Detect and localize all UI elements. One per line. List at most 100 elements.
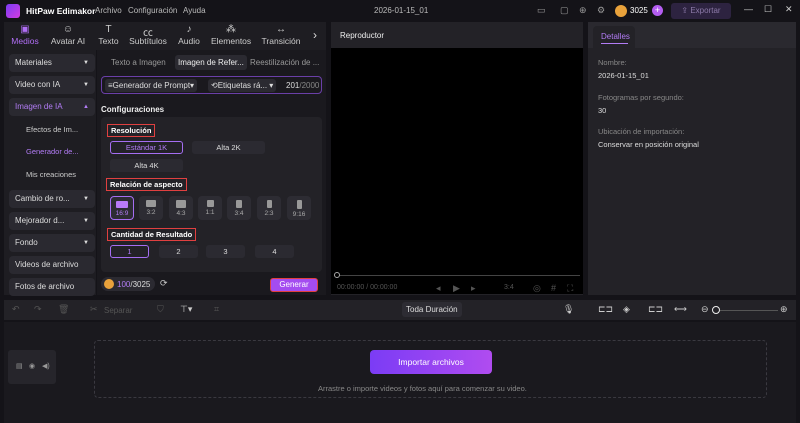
- zoom-slider[interactable]: [720, 310, 778, 311]
- location-value: Conservar en posición original: [598, 140, 699, 149]
- name-value: 2026-01-15_01: [598, 71, 649, 80]
- trim-icon[interactable]: ⊏⊐: [648, 304, 663, 315]
- coin-icon: [104, 279, 114, 289]
- coin-icon: [615, 5, 627, 17]
- crop-icon[interactable]: ⌗: [214, 304, 219, 315]
- fps-label: Fotogramas por segundo:: [598, 93, 684, 102]
- refresh-icon[interactable]: ⟳: [160, 278, 168, 289]
- undo-icon[interactable]: ↶: [12, 304, 20, 315]
- feedback-icon[interactable]: ▢: [560, 5, 569, 16]
- fullscreen-icon[interactable]: ⛶: [567, 283, 573, 294]
- fit-icon[interactable]: ⟷: [674, 304, 687, 315]
- maximize-icon[interactable]: ☐: [764, 4, 772, 15]
- aspect-3-2[interactable]: 3:2: [139, 196, 163, 220]
- player-viewport: [331, 48, 583, 294]
- snapshot-icon[interactable]: ◎: [533, 283, 541, 294]
- full-duration-button[interactable]: Toda Duración: [402, 302, 462, 317]
- location-label: Ubicación de importación:: [598, 127, 685, 136]
- aspect-1-1[interactable]: 1:1: [198, 196, 222, 220]
- minimize-icon[interactable]: —: [744, 4, 753, 14]
- generate-button[interactable]: Generar: [270, 278, 318, 292]
- prompt-generator-dropdown[interactable]: ≡Generador de Prompt▾: [105, 79, 198, 92]
- subtab-texto-imagen[interactable]: Texto a Imagen: [111, 58, 166, 67]
- aspect-label: 2:3: [264, 210, 274, 217]
- aspect-label: 3:4: [234, 210, 244, 217]
- zoom-out-icon[interactable]: ⊖: [701, 304, 709, 315]
- char-count-value: 201: [286, 81, 300, 90]
- aspect-ratio-select[interactable]: 3:4: [504, 284, 514, 291]
- add-credits-button[interactable]: +: [652, 5, 663, 16]
- zoom-in-icon[interactable]: ⊕: [780, 304, 788, 315]
- count-2[interactable]: 2: [159, 245, 198, 258]
- player-title: Reproductor: [340, 31, 385, 40]
- scissors-icon[interactable]: ✂: [90, 304, 98, 315]
- credits-usage: 100/3025: [101, 277, 155, 291]
- credits-count: 3025: [630, 6, 648, 15]
- aspect-label: 9:16: [292, 211, 306, 218]
- tags-label: Etiquetas rá...: [217, 81, 268, 90]
- credits-total: /3025: [130, 280, 151, 289]
- aspect-label: 1:1: [205, 209, 215, 216]
- download-icon[interactable]: ⊕: [579, 5, 587, 16]
- shield-icon[interactable]: ⛉: [157, 304, 164, 315]
- timeline-toolbar: ↶ ↷ 🗑 ✂ Separar ⛉ ⊤▾ ⌗ Toda Duración 🎙 ⊏…: [4, 300, 796, 320]
- details-panel: Detalles Nombre: 2026-01-15_01 Fotograma…: [588, 22, 796, 295]
- quick-tags-dropdown[interactable]: ⟲Etiquetas rá... ▾: [208, 79, 277, 92]
- scrubber-handle[interactable]: [334, 272, 340, 278]
- credits-used: 100: [117, 280, 131, 289]
- config-heading: Configuraciones: [101, 105, 165, 114]
- zoom-slider-handle[interactable]: [712, 306, 720, 314]
- count-1[interactable]: 1: [110, 245, 149, 258]
- eye-icon[interactable]: ◉: [29, 362, 35, 370]
- microphone-icon[interactable]: 🎙: [563, 304, 574, 315]
- prompt-gen-label: Generador de Prompt: [112, 81, 191, 90]
- speaker-icon[interactable]: ◀): [42, 362, 50, 370]
- delete-icon[interactable]: 🗑: [58, 304, 69, 315]
- project-name: 2026-01-15_01: [374, 6, 429, 15]
- subtab-imagen-referencia[interactable]: Imagen de Refer...: [175, 55, 247, 70]
- aspect-4-3[interactable]: 4:3: [169, 196, 193, 220]
- split-clip-icon[interactable]: ◈: [623, 304, 630, 315]
- resolution-heading: Resolución: [107, 124, 156, 137]
- prompt-toolbar: ≡Generador de Prompt▾ ⟲Etiquetas rá... ▾…: [101, 76, 322, 94]
- track-header: ▤ ◉ ◀): [8, 350, 56, 384]
- res-standard-1k[interactable]: Estándar 1K: [110, 141, 183, 154]
- player-time: 00:00:00 / 00:00:00: [337, 284, 398, 291]
- tab-detalles[interactable]: Detalles: [593, 26, 635, 48]
- prev-frame-icon[interactable]: ◂: [436, 283, 441, 294]
- credits-usage-text: 100/3025: [117, 280, 150, 289]
- layout-icon[interactable]: ▭: [537, 5, 546, 16]
- export-label: Exportar: [690, 6, 721, 15]
- aspect-label: 16:9: [115, 210, 129, 217]
- count-4[interactable]: 4: [255, 245, 294, 258]
- count-3[interactable]: 3: [206, 245, 245, 258]
- res-high-2k[interactable]: Alta 2K: [192, 141, 265, 154]
- text-box-icon[interactable]: ⊤▾: [180, 304, 192, 315]
- player-panel: Reproductor 00:00:00 / 00:00:00 ◂ ▶ ▸ 3:…: [331, 22, 583, 295]
- aspect-3-4[interactable]: 3:4: [227, 196, 251, 220]
- aspect-2-3[interactable]: 2:3: [257, 196, 281, 220]
- next-frame-icon[interactable]: ▸: [471, 283, 476, 294]
- fps-value: 30: [598, 106, 607, 115]
- close-icon[interactable]: ✕: [785, 4, 793, 15]
- tab-detalles-label: Detalles: [601, 32, 630, 41]
- char-count: 201/2000: [286, 81, 319, 90]
- redo-icon[interactable]: ↷: [34, 304, 42, 315]
- res-high-4k[interactable]: Alta 4K: [110, 159, 183, 172]
- aspect-16-9[interactable]: 16:9: [110, 196, 134, 220]
- split-label[interactable]: Separar: [104, 306, 132, 315]
- drop-hint: Arrastre o importe videos y fotos aquí p…: [318, 384, 527, 393]
- grid-icon[interactable]: #: [551, 283, 556, 293]
- count-heading: Cantidad de Resultado: [107, 228, 197, 241]
- track-storage-icon[interactable]: ▤: [16, 362, 23, 370]
- timeline-area: ▤ ◉ ◀) Importar archivos Arrastre o impo…: [4, 322, 796, 423]
- play-icon[interactable]: ▶: [453, 283, 460, 294]
- subtab-reestilizacion[interactable]: Reestilización de ...: [250, 58, 319, 67]
- export-button[interactable]: ⇪ Exportar: [671, 3, 731, 19]
- ai-image-panel: Texto a Imagen Imagen de Refer... Reesti…: [0, 0, 330, 300]
- settings-icon[interactable]: ⚙: [597, 5, 605, 16]
- import-files-button[interactable]: Importar archivos: [370, 350, 492, 374]
- player-scrubber[interactable]: [336, 275, 580, 276]
- link-icon[interactable]: ⊏⊐: [598, 304, 613, 315]
- aspect-9-16[interactable]: 9:16: [287, 196, 311, 220]
